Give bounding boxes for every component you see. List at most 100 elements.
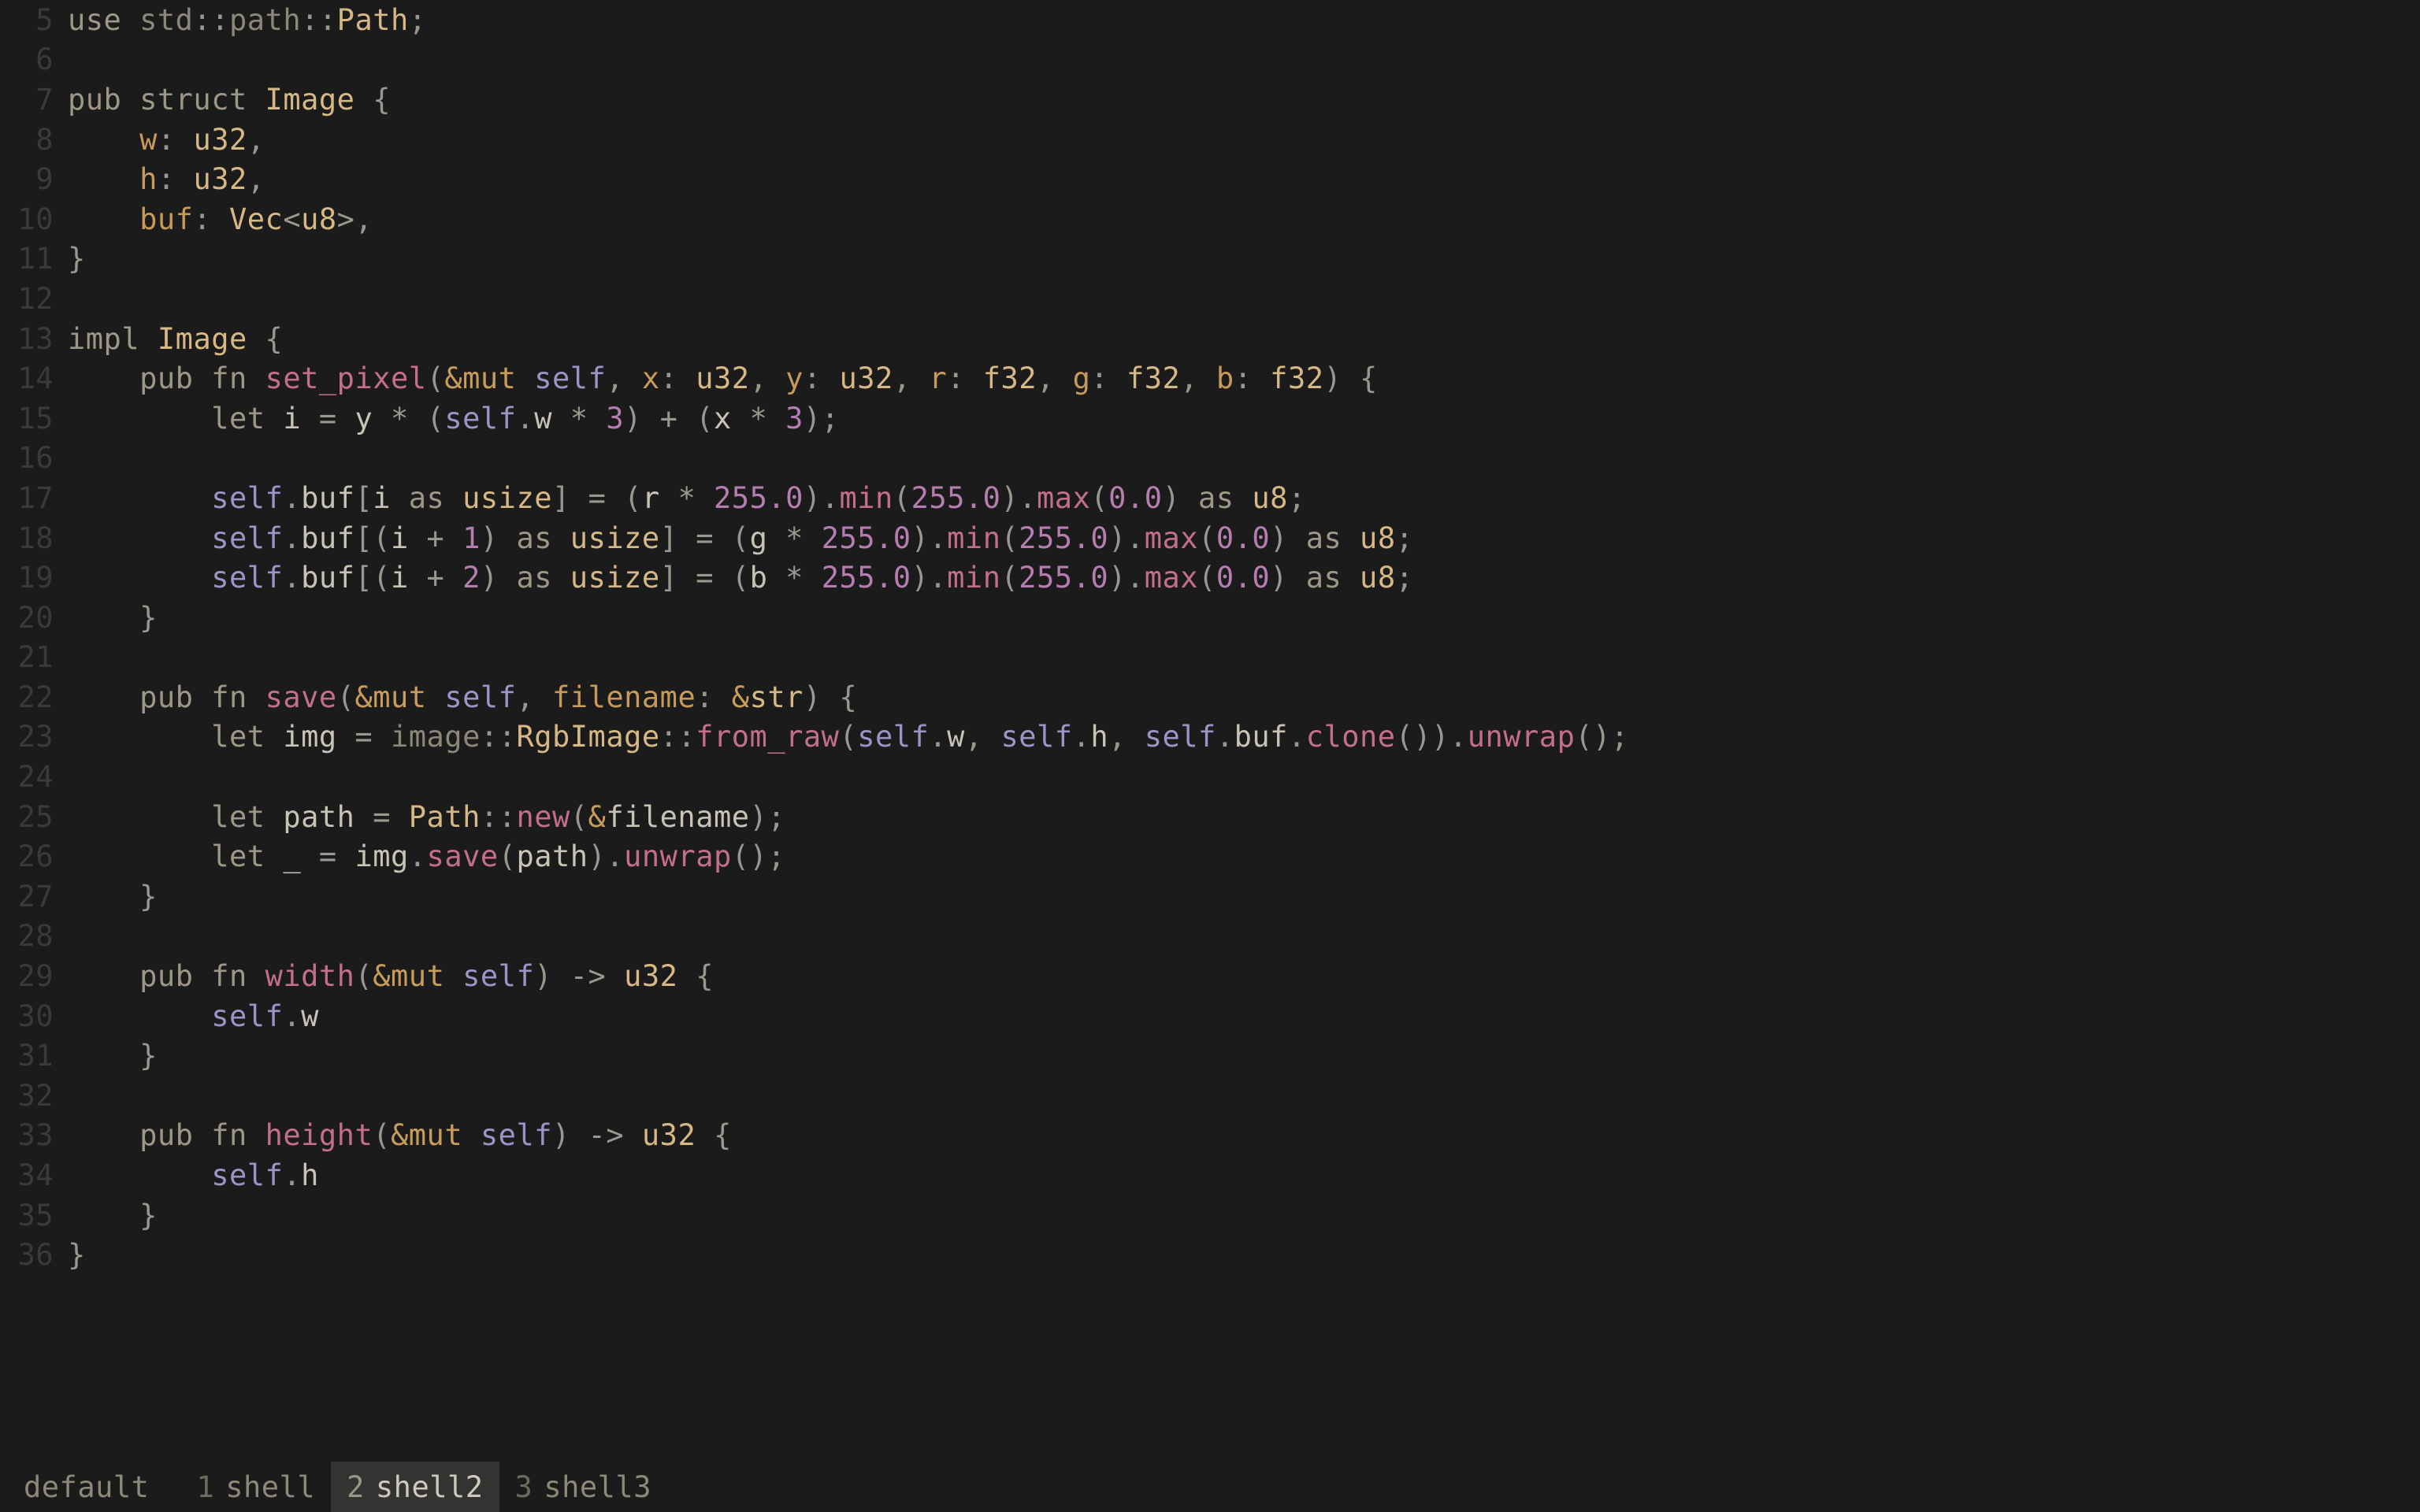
code-content[interactable]: } [68,1238,86,1272]
code-content[interactable]: self.buf[(i + 1) as usize] = (g * 255.0)… [68,521,1413,555]
code-content[interactable]: pub fn height(&mut self) -> u32 { [68,1118,732,1152]
window-tab-shell[interactable]: 1 shell [180,1462,331,1512]
line-number: 20 [9,601,68,635]
code-content[interactable]: pub fn set_pixel(&mut self, x: u32, y: u… [68,361,1378,395]
line-number: 8 [9,123,68,157]
line-number: 34 [9,1158,68,1192]
code-line[interactable]: 32 [9,1076,2420,1116]
line-number: 23 [9,720,68,754]
code-line[interactable]: 10 buf: Vec<u8>, [9,199,2420,239]
code-line[interactable]: 7pub struct Image { [9,80,2420,120]
code-line[interactable]: 25 let path = Path::new(&filename); [9,797,2420,837]
code-content[interactable]: w: u32, [68,123,265,157]
line-number: 11 [9,242,68,276]
code-line[interactable]: 5use std::path::Path; [9,0,2420,40]
line-number: 27 [9,880,68,914]
line-number: 22 [9,680,68,714]
line-number: 6 [9,43,68,76]
code-line[interactable]: 11} [9,239,2420,280]
code-line[interactable]: 16 [9,439,2420,479]
window-tab-shell3[interactable]: 3 shell3 [499,1462,667,1512]
code-content[interactable]: impl Image { [68,322,283,356]
line-number: 21 [9,640,68,674]
code-content[interactable]: self.w [68,999,319,1033]
line-number: 17 [9,481,68,515]
code-line[interactable]: 23 let img = image::RgbImage::from_raw(s… [9,717,2420,758]
line-number: 31 [9,1039,68,1073]
code-content[interactable]: pub struct Image { [68,83,391,117]
code-line[interactable]: 12 [9,279,2420,319]
line-number: 16 [9,441,68,475]
tab-index: 2 [347,1470,365,1504]
code-editor[interactable]: 5use std::path::Path;67pub struct Image … [0,0,2420,1462]
code-line[interactable]: 17 self.buf[i as usize] = (r * 255.0).mi… [9,478,2420,518]
code-content[interactable]: let img = image::RgbImage::from_raw(self… [68,720,1629,754]
line-number: 14 [9,361,68,395]
line-number: 33 [9,1118,68,1152]
code-content[interactable]: use std::path::Path; [68,3,427,37]
line-number: 35 [9,1199,68,1232]
tab-index: 1 [196,1470,214,1504]
line-number: 10 [9,202,68,236]
line-number: 26 [9,839,68,873]
line-number: 25 [9,800,68,834]
line-number: 18 [9,521,68,555]
line-number: 12 [9,282,68,316]
code-line[interactable]: 27 } [9,876,2420,917]
line-number: 24 [9,760,68,794]
code-content[interactable]: pub fn save(&mut self, filename: &str) { [68,680,857,714]
code-content[interactable]: h: u32, [68,162,265,196]
line-number: 30 [9,999,68,1033]
line-number: 5 [9,3,68,37]
code-content[interactable]: } [68,1199,158,1232]
status-bar: default 1 shell 2shell2 3 shell3 [0,1462,2420,1512]
code-content[interactable]: let path = Path::new(&filename); [68,800,785,834]
line-number: 13 [9,322,68,356]
tab-index: 3 [515,1470,533,1504]
code-line[interactable]: 31 } [9,1036,2420,1076]
code-line[interactable]: 34 self.h [9,1155,2420,1195]
code-content[interactable]: let i = y * (self.w * 3) + (x * 3); [68,402,839,435]
line-number: 9 [9,162,68,196]
code-line[interactable]: 30 self.w [9,996,2420,1036]
line-number: 7 [9,83,68,117]
code-line[interactable]: 8 w: u32, [9,120,2420,160]
code-content[interactable]: self.buf[(i + 2) as usize] = (b * 255.0)… [68,561,1413,595]
code-line[interactable]: 15 let i = y * (self.w * 3) + (x * 3); [9,398,2420,439]
code-line[interactable]: 9 h: u32, [9,159,2420,199]
tab-name: shell [225,1470,315,1504]
window-tabs: 1 shell 2shell2 3 shell3 [180,1462,667,1512]
session-name: default [24,1470,180,1504]
code-content[interactable]: self.h [68,1158,319,1192]
code-line[interactable]: 13impl Image { [9,319,2420,359]
code-content[interactable]: pub fn width(&mut self) -> u32 { [68,959,714,993]
code-line[interactable]: 36} [9,1235,2420,1275]
code-line[interactable]: 20 } [9,598,2420,638]
line-number: 29 [9,959,68,993]
code-line[interactable]: 21 [9,638,2420,678]
window-tab-shell2[interactable]: 2shell2 [331,1462,499,1512]
code-content[interactable]: self.buf[i as usize] = (r * 255.0).min(2… [68,481,1306,515]
code-content[interactable]: let _ = img.save(path).unwrap(); [68,839,785,873]
code-line[interactable]: 33 pub fn height(&mut self) -> u32 { [9,1116,2420,1156]
code-content[interactable]: } [68,1039,158,1073]
code-content[interactable]: } [68,601,158,635]
code-content[interactable]: } [68,242,86,276]
code-line[interactable]: 14 pub fn set_pixel(&mut self, x: u32, y… [9,358,2420,398]
code-line[interactable]: 35 } [9,1195,2420,1236]
code-content[interactable]: } [68,880,158,914]
line-number: 28 [9,919,68,953]
code-line[interactable]: 19 self.buf[(i + 2) as usize] = (b * 255… [9,558,2420,598]
code-content[interactable]: buf: Vec<u8>, [68,202,373,236]
line-number: 32 [9,1079,68,1113]
code-line[interactable]: 26 let _ = img.save(path).unwrap(); [9,836,2420,876]
code-line[interactable]: 24 [9,757,2420,797]
tab-name: shell3 [544,1470,651,1504]
line-number: 19 [9,561,68,595]
line-number: 36 [9,1238,68,1272]
code-line[interactable]: 22 pub fn save(&mut self, filename: &str… [9,677,2420,717]
code-line[interactable]: 28 [9,917,2420,957]
code-line[interactable]: 29 pub fn width(&mut self) -> u32 { [9,956,2420,996]
code-line[interactable]: 6 [9,40,2420,80]
code-line[interactable]: 18 self.buf[(i + 1) as usize] = (g * 255… [9,518,2420,558]
